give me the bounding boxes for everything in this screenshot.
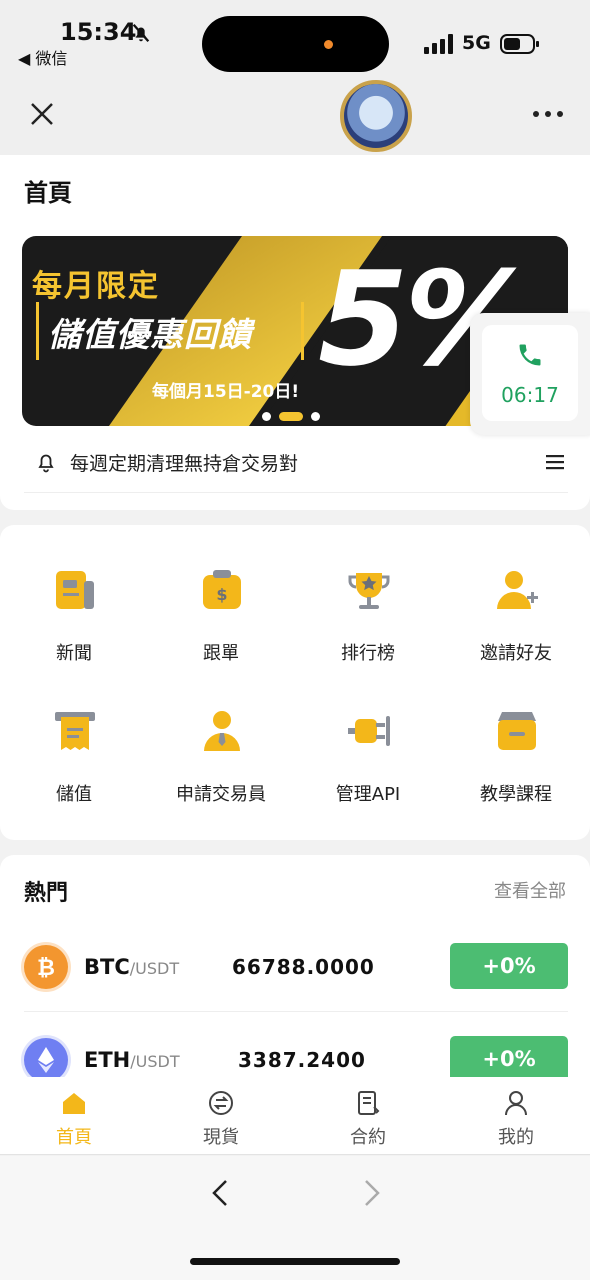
- contract-icon: [358, 1091, 380, 1115]
- grid-item-manage-api[interactable]: 管理API: [294, 708, 442, 828]
- bell-icon: [38, 454, 54, 473]
- tab-label: 我的: [498, 1127, 534, 1148]
- grid-item-news[interactable]: 新聞: [0, 567, 148, 687]
- deposit-icon: [55, 712, 95, 750]
- signal-icon: [424, 34, 453, 54]
- tab-label: 現貨: [203, 1127, 239, 1148]
- pair-quote: /USDT: [130, 1052, 180, 1071]
- banner-date: 每個月15日-20日!: [152, 382, 300, 402]
- trophy-icon: [348, 573, 390, 609]
- row-divider: [24, 1011, 568, 1012]
- call-widget[interactable]: 06:17: [470, 313, 590, 435]
- news-icon: [56, 571, 94, 609]
- grid-item-apply-trader[interactable]: 申請交易員: [147, 708, 295, 828]
- tab-spot[interactable]: 現貨: [147, 1077, 295, 1155]
- close-icon[interactable]: [28, 100, 56, 128]
- forward-icon[interactable]: [360, 1178, 384, 1208]
- grid-label: 申請交易員: [176, 784, 266, 805]
- grid-label: 儲值: [56, 784, 92, 805]
- tab-home[interactable]: 首頁: [0, 1077, 148, 1155]
- pair-quote: /USDT: [129, 959, 180, 978]
- page-title: 首頁: [24, 179, 72, 207]
- change-button[interactable]: +0%: [450, 1036, 568, 1082]
- pair-base: ETH: [84, 1048, 131, 1072]
- feature-grid: 新聞 $ 跟單 排行榜 邀請好友 儲值 申請交易員 管理API 教學課程: [0, 525, 590, 840]
- miniapp-header: [0, 80, 590, 155]
- course-icon: [498, 712, 536, 750]
- view-all-link[interactable]: 查看全部: [494, 877, 566, 903]
- back-to-wechat-link[interactable]: ◀ 微信: [18, 45, 67, 69]
- profile-icon: [505, 1091, 527, 1116]
- back-icon[interactable]: [208, 1178, 232, 1208]
- change-button[interactable]: +0%: [450, 943, 568, 989]
- menu-icon[interactable]: [544, 453, 566, 471]
- pair-base: BTC: [84, 955, 130, 979]
- more-icon[interactable]: [532, 110, 564, 118]
- grid-label: 教學課程: [480, 784, 552, 805]
- copy-trade-icon: $: [203, 570, 241, 609]
- battery-icon: [500, 34, 539, 54]
- pair-name: BTC/USDT: [84, 955, 179, 979]
- bottom-tab-bar: 首頁 現貨 合約 我的: [0, 1077, 590, 1155]
- notice-text: 每週定期清理無持倉交易對: [70, 453, 299, 475]
- svg-text:$: $: [216, 585, 227, 604]
- home-top-card: 首頁 每月限定 儲值優惠回饋 每個月15日-20日! 5% 06:17 每週定期…: [0, 155, 590, 510]
- grid-label: 新聞: [56, 643, 92, 664]
- phone-icon: [519, 344, 541, 366]
- tab-contract[interactable]: 合約: [294, 1077, 442, 1155]
- banner-title: 儲值優惠回饋: [48, 315, 252, 354]
- app-avatar[interactable]: [340, 80, 412, 152]
- grid-item-leaderboard[interactable]: 排行榜: [294, 567, 442, 687]
- grid-item-copy-trade[interactable]: $ 跟單: [147, 567, 295, 687]
- call-timer: 06:17: [501, 383, 559, 407]
- trader-icon: [204, 711, 240, 751]
- grid-label: 跟單: [203, 643, 239, 664]
- invite-icon: [497, 571, 538, 609]
- grid-label: 邀請好友: [480, 643, 552, 664]
- grid-item-invite[interactable]: 邀請好友: [442, 567, 590, 687]
- btc-coin-icon: ₿: [24, 945, 68, 989]
- spot-icon: [209, 1091, 233, 1115]
- grid-label: 排行榜: [341, 643, 395, 664]
- plug-icon: [348, 716, 390, 746]
- svg-text:₿: ₿: [37, 956, 55, 981]
- hot-title: 熱門: [24, 881, 69, 906]
- market-row[interactable]: ₿ BTC/USDT 66788.0000 +0%: [0, 925, 590, 1017]
- network-type: 5G: [462, 32, 491, 54]
- tab-label: 合約: [350, 1127, 386, 1148]
- home-indicator: [190, 1258, 400, 1265]
- carousel-dots[interactable]: [262, 406, 332, 421]
- notice-bar[interactable]: 每週定期清理無持倉交易對: [24, 443, 568, 493]
- pair-price: 3387.2400: [238, 1048, 366, 1072]
- status-bar: 15:34 ◀ 微信 5G: [0, 0, 590, 80]
- eth-coin-icon: [24, 1038, 68, 1082]
- grid-item-deposit[interactable]: 儲值: [0, 708, 148, 828]
- tab-profile[interactable]: 我的: [442, 1077, 590, 1155]
- banner-headline: 每月限定: [32, 269, 160, 304]
- status-time: 15:34: [60, 18, 137, 46]
- grid-label: 管理API: [335, 784, 401, 805]
- browser-nav: [0, 1156, 590, 1280]
- tab-label: 首頁: [56, 1127, 92, 1148]
- grid-item-courses[interactable]: 教學課程: [442, 708, 590, 828]
- dynamic-island: [202, 16, 389, 72]
- mute-bell-icon: [132, 23, 150, 43]
- home-icon: [63, 1093, 85, 1114]
- pair-name: ETH/USDT: [84, 1048, 180, 1072]
- pair-price: 66788.0000: [232, 955, 375, 979]
